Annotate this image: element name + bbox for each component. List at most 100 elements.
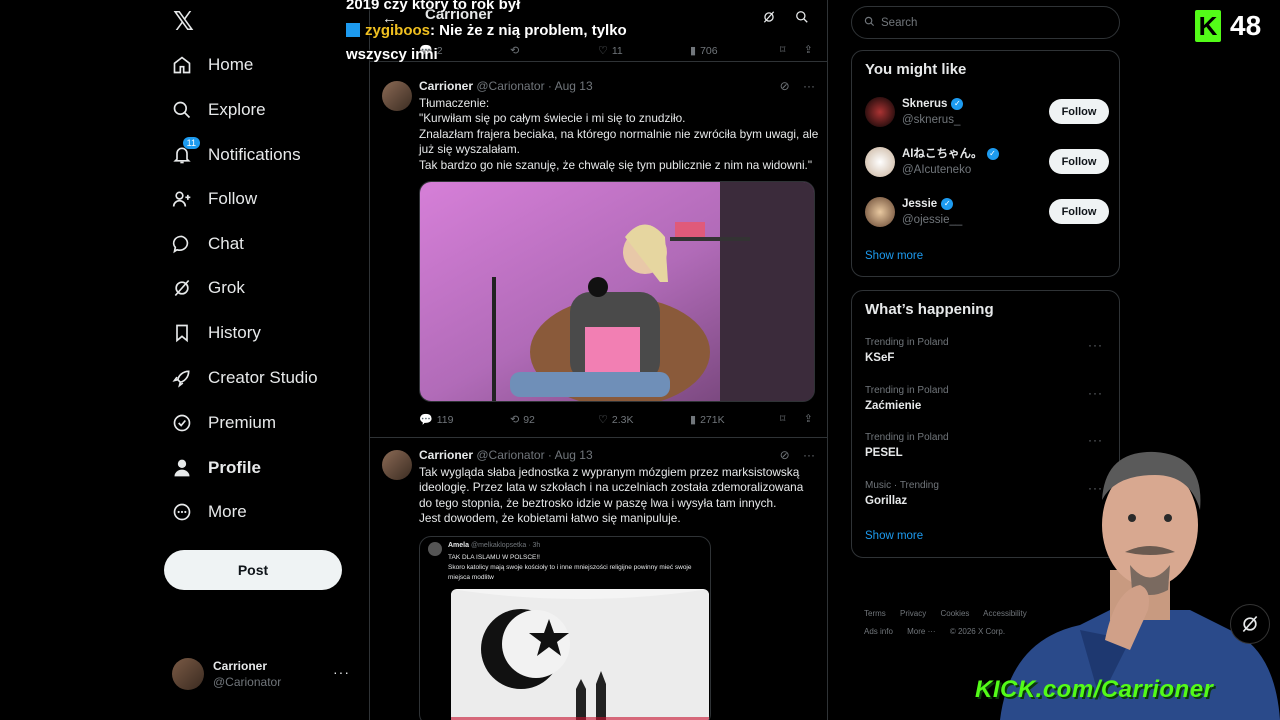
nav-follow[interactable]: Follow xyxy=(170,179,257,219)
like-action[interactable]: ♡ 11 xyxy=(598,44,623,58)
trend-item[interactable]: Trending in Poland Zaćmienie ··· xyxy=(865,384,1109,418)
user-handle: @ojessie__ xyxy=(902,214,963,226)
verified-badge-icon: ✓ xyxy=(986,148,999,160)
post-button[interactable]: Post xyxy=(164,550,342,590)
add-person-icon xyxy=(170,187,194,211)
reply-action[interactable]: 💬 119 xyxy=(419,413,454,427)
timeline: ← Carrioner 💬 2 ⟲ ♡ 11 ▮ 706 ⌑ ⇪ Carrioner … xyxy=(369,0,828,720)
more-circle-icon xyxy=(170,500,194,524)
footer-link[interactable]: Cookies xyxy=(940,609,969,618)
tweet-video[interactable] xyxy=(419,181,815,402)
trend-context: Trending in Poland xyxy=(865,385,949,396)
account-name: Carrioner xyxy=(213,659,268,673)
chat-overlay-line: wszyscy inni xyxy=(346,46,438,63)
chat-badge-icon xyxy=(346,23,360,37)
footer-link[interactable]: Privacy xyxy=(900,609,926,618)
quote-author-name: Amela xyxy=(448,542,470,549)
footer-link[interactable]: Ads info xyxy=(864,627,893,636)
verified-badge-icon: ✓ xyxy=(951,98,964,110)
who-to-follow: You might like Sknerus ✓ @sknerus_ Follow… xyxy=(851,50,1120,277)
views-action[interactable]: ▮ 706 xyxy=(690,44,718,58)
bookmark-icon[interactable]: ⌑ xyxy=(780,44,785,56)
trend-topic: KSeF xyxy=(865,352,895,364)
like-action[interactable]: ♡ 2.3K xyxy=(598,413,634,427)
follow-button[interactable]: Follow xyxy=(1049,199,1109,224)
follow-button[interactable]: Follow xyxy=(1049,99,1109,124)
tweet-text: Tłumaczenie: "Kurwiłam się po całym świe… xyxy=(419,96,819,172)
kick-url: KICK.com/Carrioner xyxy=(975,676,1214,703)
viewer-count: 48 xyxy=(1230,10,1262,41)
nav-profile[interactable]: Profile xyxy=(170,448,261,488)
tweet-author-name[interactable]: Carrioner xyxy=(419,448,473,462)
x-logo-icon[interactable]: 𝕏 xyxy=(173,8,199,34)
more-icon[interactable]: ··· xyxy=(1088,338,1103,352)
account-more-icon[interactable]: ··· xyxy=(333,664,350,680)
user-handle: @AIcuteneko xyxy=(902,164,972,176)
retweet-icon: ⟲ xyxy=(510,414,520,426)
nav-notifications[interactable]: 11 Notifications xyxy=(170,135,301,175)
views-action[interactable]: ▮ 271K xyxy=(690,413,725,427)
nav-home-label: Home xyxy=(208,55,254,74)
trend-item[interactable]: Trending in Poland KSeF ··· xyxy=(865,336,1109,370)
grok-icon[interactable]: ⊘ xyxy=(780,448,790,462)
tweet-author-name[interactable]: Carrioner xyxy=(419,79,473,93)
home-icon xyxy=(170,53,194,77)
nav-home[interactable]: Home xyxy=(170,45,253,85)
more-icon[interactable]: ··· xyxy=(803,79,815,93)
nav-more-label: More xyxy=(208,502,247,521)
footer-link[interactable]: More ··· xyxy=(907,627,935,636)
follow-button[interactable]: Follow xyxy=(1049,149,1109,174)
grok-icon[interactable]: ⊘ xyxy=(780,79,790,93)
like-count: 2.3K xyxy=(611,413,634,426)
like-count: 11 xyxy=(611,44,623,57)
nav-grok-label: Grok xyxy=(208,278,245,297)
reply-count: 119 xyxy=(436,413,454,426)
nav-creator-studio[interactable]: Creator Studio xyxy=(170,358,318,398)
nav-grok[interactable]: Grok xyxy=(170,268,245,308)
tweet[interactable]: Carrioner @Carionator · Aug 13 ⊘ ··· Tłu… xyxy=(370,69,827,438)
avatar xyxy=(865,197,895,227)
more-icon[interactable]: ··· xyxy=(1088,386,1103,400)
show-more-link[interactable]: Show more xyxy=(865,250,923,262)
bell-icon: 11 xyxy=(170,137,200,167)
nav-explore[interactable]: Explore xyxy=(170,90,266,130)
previous-tweet-actions: 💬 2 ⟲ ♡ 11 ▮ 706 ⌑ ⇪ xyxy=(370,40,827,62)
search-icon xyxy=(864,16,875,30)
nav-premium[interactable]: Premium xyxy=(170,403,276,443)
more-icon[interactable]: ··· xyxy=(803,448,815,462)
account-switcher[interactable]: Carrioner @Carionator ··· xyxy=(172,654,356,694)
search-bar[interactable] xyxy=(851,6,1120,39)
grok-icon[interactable] xyxy=(762,10,776,27)
bookmark-icon[interactable]: ⌑ xyxy=(780,413,785,425)
nav-profile-label: Profile xyxy=(208,458,261,477)
verified-badge-icon: ✓ xyxy=(941,198,954,210)
avatar[interactable] xyxy=(382,450,412,480)
search-icon[interactable] xyxy=(795,10,809,27)
grok-icon[interactable] xyxy=(1230,604,1270,644)
suggested-user[interactable]: Jessie ✓ @ojessie__ Follow xyxy=(865,194,1109,230)
suggested-user[interactable]: Sknerus ✓ @sknerus_ Follow xyxy=(865,94,1109,130)
nav-follow-label: Follow xyxy=(208,189,258,208)
nav-explore-label: Explore xyxy=(208,100,266,119)
account-handle: @Carionator xyxy=(213,675,282,689)
avatar xyxy=(428,542,442,556)
show-more-link[interactable]: Show more xyxy=(865,530,923,542)
quoted-tweet[interactable]: Amela @melkaklopsetka · 3h TAK DLA ISLAM… xyxy=(419,536,711,720)
suggested-user[interactable]: AIねこちゃん。 ✓ @AIcuteneko Follow xyxy=(865,144,1109,180)
quote-line-2: Skoro katolicy mają swoje kościoły to i … xyxy=(448,564,692,581)
retweet-action[interactable]: ⟲ 92 xyxy=(510,413,535,427)
user-name: Jessie xyxy=(902,198,938,210)
footer-link[interactable]: Terms xyxy=(864,609,886,618)
nav-history[interactable]: History xyxy=(170,313,261,353)
search-input[interactable] xyxy=(881,16,1101,29)
chat-icon xyxy=(170,232,194,256)
retweet-action[interactable]: ⟲ xyxy=(510,44,523,57)
share-icon[interactable]: ⇪ xyxy=(804,44,813,56)
chat-overlay-line: 2019 czy który to rok był xyxy=(346,0,521,13)
tweet[interactable]: Carrioner @Carionator · Aug 13 ⊘ ··· Tak… xyxy=(370,438,827,720)
avatar[interactable] xyxy=(382,81,412,111)
share-icon[interactable]: ⇪ xyxy=(804,413,813,425)
nav-more[interactable]: More xyxy=(170,492,247,532)
nav-chat[interactable]: Chat xyxy=(170,224,244,264)
heart-icon: ♡ xyxy=(598,414,608,426)
